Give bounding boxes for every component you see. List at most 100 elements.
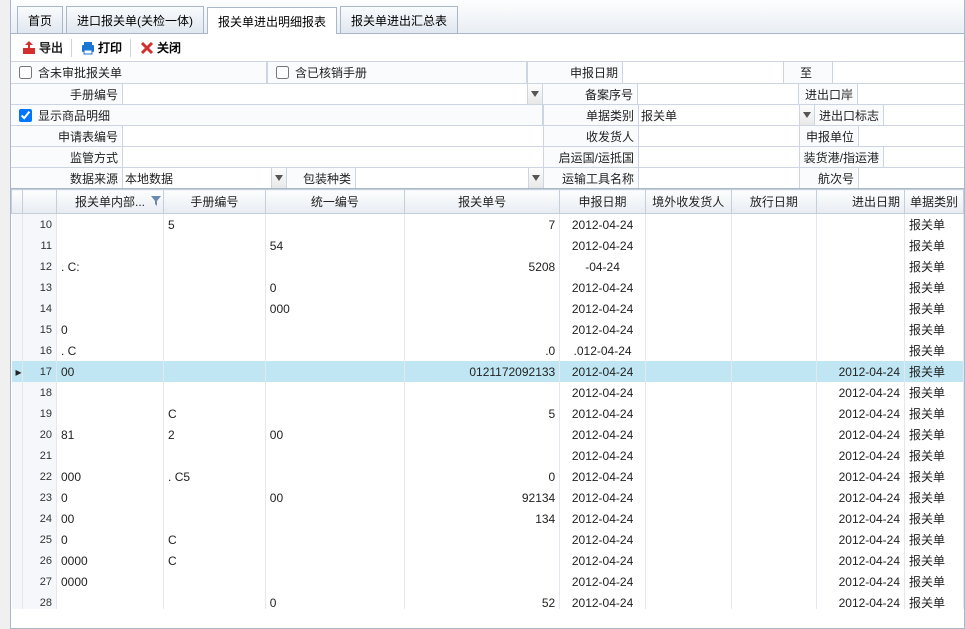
filter-icon[interactable] [151,195,161,209]
table-row[interactable]: 10572012-04-24报关单 [12,214,964,236]
table-row[interactable]: 280522012-04-242012-04-24报关单 [12,592,964,609]
close-icon [139,40,155,56]
col-ie-date[interactable]: 进出日期 [817,190,905,214]
cell-inner [56,298,163,319]
col-declare-date[interactable]: 申报日期 [560,190,646,214]
row-indicator [12,319,23,340]
cell-release [731,382,817,403]
input-trans-name[interactable] [639,168,799,188]
dropdown-manual-no[interactable] [527,84,542,104]
cell-date: 2012-04-24 [560,403,646,424]
col-uni[interactable]: 统一编号 [265,190,404,214]
table-row[interactable]: 2700002012-04-242012-04-24报关单 [12,571,964,592]
cell-type: 报关单 [905,277,964,298]
input-supervise[interactable] [123,147,543,167]
table-row[interactable]: 182012-04-242012-04-24报关单 [12,382,964,403]
table-row[interactable]: 22000. C502012-04-242012-04-24报关单 [12,466,964,487]
input-voyage[interactable] [859,168,964,188]
table-row[interactable]: 23000921342012-04-242012-04-24报关单 [12,487,964,508]
table-row[interactable]: ▸170001211720921332012-04-242012-04-24报关… [12,361,964,382]
input-data-source[interactable]: 本地数据 [123,168,271,188]
label-voyage: 航次号 [799,168,859,188]
export-button[interactable]: 导出 [17,37,67,58]
tab-summary-report[interactable]: 报关单进出汇总表 [340,6,458,33]
col-type[interactable]: 单据类别 [905,190,964,214]
cell-ie-date: 2012-04-24 [817,571,905,592]
tab-detail-report[interactable]: 报关单进出明细报表 [207,7,337,34]
check-unapproved-box[interactable] [19,66,32,79]
input-declare-date-to[interactable] [833,62,964,83]
check-unapproved[interactable]: 含未审批报关单 [11,62,122,83]
col-manual[interactable]: 手册编号 [164,190,266,214]
input-declare-date-from[interactable] [623,62,783,83]
cell-inner [56,382,163,403]
cell-type: 报关单 [905,592,964,609]
input-consignee[interactable] [639,126,799,146]
cell-type: 报关单 [905,529,964,550]
row-number: 14 [22,298,56,319]
input-apply-no[interactable] [123,126,543,146]
input-ie-flag[interactable] [884,105,964,125]
row-number: 26 [22,550,56,571]
row-number: 23 [22,487,56,508]
input-record-seq[interactable] [638,84,798,104]
tab-home[interactable]: 首页 [17,6,63,33]
col-decl[interactable]: 报关单号 [404,190,559,214]
check-show-detail-box[interactable] [19,109,32,122]
cell-inner: 0000 [56,550,163,571]
table-row[interactable]: 19C52012-04-242012-04-24报关单 [12,403,964,424]
table-row[interactable]: 1502012-04-24报关单 [12,319,964,340]
dropdown-data-source[interactable] [271,168,286,188]
table-row[interactable]: 1302012-04-24报关单 [12,277,964,298]
export-icon [21,40,37,56]
table-row[interactable]: 24001342012-04-242012-04-24报关单 [12,508,964,529]
input-ie-port[interactable] [858,84,964,104]
col-oversea[interactable]: 境外收发货人 [645,190,731,214]
check-cancelled[interactable]: 含已核销手册 [268,62,367,83]
cell-uni: 0 [265,277,404,298]
table-row[interactable]: 20812002012-04-242012-04-24报关单 [12,424,964,445]
data-grid[interactable]: 报关单内部... 手册编号 统一编号 报关单号 申报日期 境外收发货人 放行日期… [11,189,964,609]
close-button[interactable]: 关闭 [135,37,185,58]
input-depart-country[interactable] [639,147,799,167]
row-indicator [12,340,23,361]
separator [130,39,131,57]
cell-manual [164,487,266,508]
check-unapproved-label: 含未审批报关单 [38,64,122,81]
col-inner-no[interactable]: 报关单内部... [56,190,163,214]
input-declare-unit[interactable] [859,126,964,146]
row-number: 20 [22,424,56,445]
table-row[interactable]: 212012-04-242012-04-24报关单 [12,445,964,466]
cell-uni: 00 [265,487,404,508]
input-bill-type[interactable]: 报关单 [639,105,799,125]
cell-ie-date [817,277,905,298]
dropdown-bill-type[interactable] [799,105,814,125]
check-show-detail[interactable]: 显示商品明细 [11,105,110,125]
input-pack-type[interactable] [356,168,528,188]
cell-type: 报关单 [905,298,964,319]
cell-release [731,298,817,319]
table-row[interactable]: 11542012-04-24报关单 [12,235,964,256]
input-load-port[interactable] [884,147,964,167]
dropdown-pack-type[interactable] [528,168,543,188]
table-row[interactable]: 260000C2012-04-242012-04-24报关单 [12,550,964,571]
tab-import-declaration[interactable]: 进口报关单(关检一体) [66,6,204,33]
cell-date: 2012-04-24 [560,214,646,236]
cell-ie-date [817,256,905,277]
col-release[interactable]: 放行日期 [731,190,817,214]
row-number: 25 [22,529,56,550]
cell-uni: 000 [265,298,404,319]
input-manual-no[interactable] [123,84,527,104]
row-indicator [12,298,23,319]
print-button[interactable]: 打印 [76,37,126,58]
cell-oversea [645,487,731,508]
table-row[interactable]: 14 000 2012-04-24 报关单 [12,298,964,319]
row-number: 27 [22,571,56,592]
label-supervise: 监管方式 [11,147,123,167]
cell-manual [164,571,266,592]
check-cancelled-box[interactable] [276,66,289,79]
table-row[interactable]: 12. C:5208-04-24报关单 [12,256,964,277]
table-row[interactable]: 16. C.0.012-04-24报关单 [12,340,964,361]
cell-date: 2012-04-24 [560,298,646,319]
table-row[interactable]: 250C2012-04-242012-04-24报关单 [12,529,964,550]
